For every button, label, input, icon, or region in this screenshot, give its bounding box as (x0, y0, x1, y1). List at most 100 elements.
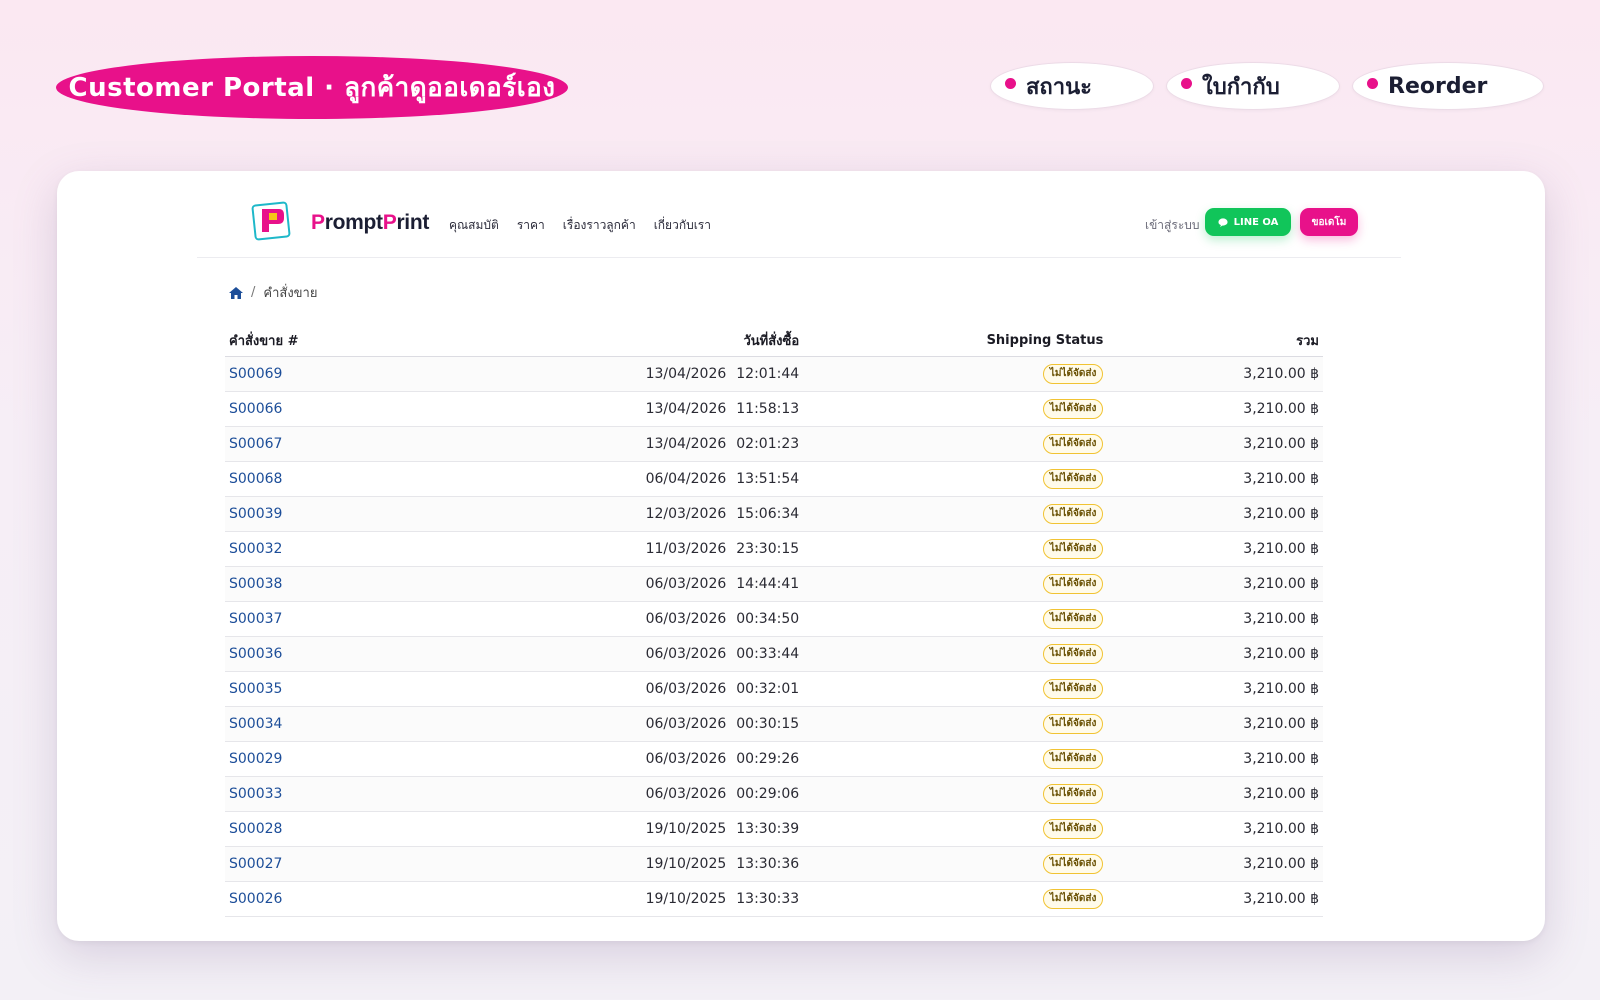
order-cell: S00066 (225, 391, 463, 427)
request-demo-label: ขอเดโม (1311, 216, 1347, 228)
feature-pill-label: ใบกำกับ (1202, 74, 1280, 100)
portal-window: PromptPrint คุณสมบัติ ราคา เรื่องราวลูกค… (57, 171, 1545, 941)
order-date-cell: 06/03/2026 00:34:50 (462, 601, 804, 637)
order-time: 11:58:13 (736, 401, 800, 417)
order-total: 3,210.00 ฿ (1107, 496, 1323, 532)
order-total: 3,210.00 ฿ (1107, 881, 1323, 917)
order-total: 3,210.00 ฿ (1107, 566, 1323, 602)
nav-item-customer-stories[interactable]: เรื่องราวลูกค้า (563, 216, 636, 235)
order-link[interactable]: S00032 (229, 541, 282, 557)
line-oa-button[interactable]: LINE OA (1205, 208, 1291, 236)
order-date-cell: 19/10/2025 13:30:33 (462, 881, 804, 917)
breadcrumb-current: คำสั่งขาย (263, 286, 318, 301)
order-date-cell: 11/03/2026 23:30:15 (462, 531, 804, 567)
order-link[interactable]: S00029 (229, 751, 282, 767)
order-link[interactable]: S00038 (229, 576, 282, 592)
order-link[interactable]: S00067 (229, 436, 282, 452)
order-date: 13/04/2026 (645, 366, 727, 382)
shipping-cell: ไม่ได้จัดส่ง (803, 881, 1108, 917)
headline-text: Customer Portal · ลูกค้าดูออเดอร์เอง (68, 73, 556, 103)
table-row[interactable]: S00034 06/03/2026 00:30:15 ไม่ได้จัดส่ง 3,21… (225, 706, 1323, 742)
table-row[interactable]: S00037 06/03/2026 00:34:50 ไม่ได้จัดส่ง 3,21… (225, 601, 1323, 637)
feature-pill-invoice: ใบกำกับ (1166, 62, 1340, 110)
order-link[interactable]: S00037 (229, 611, 282, 627)
order-time: 00:29:06 (736, 786, 800, 802)
order-date-cell: 06/03/2026 00:29:26 (462, 741, 804, 777)
shipping-status-badge: ไม่ได้จัดส่ง (1042, 889, 1104, 909)
shipping-status-badge: ไม่ได้จัดส่ง (1042, 434, 1104, 454)
order-link[interactable]: S00033 (229, 786, 282, 802)
order-link[interactable]: S00035 (229, 681, 282, 697)
orders-table-body: S00069 13/04/2026 12:01:44 ไม่ได้จัดส่ง 3,21… (225, 356, 1323, 917)
table-row[interactable]: S00038 06/03/2026 14:44:41 ไม่ได้จัดส่ง 3,21… (225, 566, 1323, 602)
shipping-status-badge: ไม่ได้จัดส่ง (1042, 714, 1104, 734)
column-header-date[interactable]: วันที่สั่งซื้อ (462, 325, 804, 357)
order-date-cell: 13/04/2026 11:58:13 (462, 391, 804, 427)
table-row[interactable]: S00026 19/10/2025 13:30:33 ไม่ได้จัดส่ง 3,21… (225, 881, 1323, 917)
order-cell: S00026 (225, 881, 463, 917)
order-time: 00:34:50 (736, 611, 800, 627)
order-link[interactable]: S00039 (229, 506, 282, 522)
order-total: 3,210.00 ฿ (1107, 426, 1323, 462)
nav-item-pricing[interactable]: ราคา (517, 216, 545, 235)
order-date-cell: 19/10/2025 13:30:36 (462, 846, 804, 882)
shipping-status-badge: ไม่ได้จัดส่ง (1042, 609, 1104, 629)
bullet-dot-icon (1005, 77, 1016, 89)
table-row[interactable]: S00036 06/03/2026 00:33:44 ไม่ได้จัดส่ง 3,21… (225, 636, 1323, 672)
table-header-row: คำสั่งขาย # วันที่สั่งซื้อ Shipping Stat… (225, 325, 1323, 357)
home-icon[interactable] (229, 286, 243, 299)
nav-item-features[interactable]: คุณสมบัติ (449, 216, 499, 235)
order-cell: S00067 (225, 426, 463, 462)
promptprint-logo-icon[interactable] (251, 201, 291, 241)
brand-name[interactable]: PromptPrint (311, 211, 429, 235)
order-link[interactable]: S00068 (229, 471, 282, 487)
column-header-order[interactable]: คำสั่งขาย # (225, 325, 463, 357)
order-link[interactable]: S00027 (229, 856, 282, 872)
table-row[interactable]: S00067 13/04/2026 02:01:23 ไม่ได้จัดส่ง 3,21… (225, 426, 1323, 462)
column-header-shipping[interactable]: Shipping Status (803, 325, 1108, 357)
login-link[interactable]: เข้าสู่ระบบ (1145, 216, 1200, 235)
bullet-dot-icon (1181, 77, 1192, 89)
order-time: 15:06:34 (736, 506, 800, 522)
order-cell: S00033 (225, 776, 463, 812)
request-demo-button[interactable]: ขอเดโม (1300, 208, 1358, 236)
order-date-cell: 13/04/2026 12:01:44 (462, 356, 804, 392)
order-date-cell: 06/04/2026 13:51:54 (462, 461, 804, 497)
breadcrumb: / คำสั่งขาย (229, 282, 317, 303)
order-cell: S00032 (225, 531, 463, 567)
table-row[interactable]: S00069 13/04/2026 12:01:44 ไม่ได้จัดส่ง 3,21… (225, 356, 1323, 392)
order-link[interactable]: S00066 (229, 401, 282, 417)
table-row[interactable]: S00027 19/10/2025 13:30:36 ไม่ได้จัดส่ง 3,21… (225, 846, 1323, 882)
table-row[interactable]: S00032 11/03/2026 23:30:15 ไม่ได้จัดส่ง 3,21… (225, 531, 1323, 567)
nav-item-about[interactable]: เกี่ยวกับเรา (654, 216, 711, 235)
brand-letter: P (311, 211, 325, 234)
breadcrumb-separator: / (251, 285, 256, 300)
table-row[interactable]: S00066 13/04/2026 11:58:13 ไม่ได้จัดส่ง 3,21… (225, 391, 1323, 427)
table-row[interactable]: S00039 12/03/2026 15:06:34 ไม่ได้จัดส่ง 3,21… (225, 496, 1323, 532)
order-link[interactable]: S00069 (229, 366, 282, 382)
order-date-cell: 06/03/2026 00:33:44 (462, 636, 804, 672)
order-link[interactable]: S00026 (229, 891, 282, 907)
order-time: 23:30:15 (736, 541, 800, 557)
table-row[interactable]: S00035 06/03/2026 00:32:01 ไม่ได้จัดส่ง 3,21… (225, 671, 1323, 707)
order-total: 3,210.00 ฿ (1107, 776, 1323, 812)
table-row[interactable]: S00033 06/03/2026 00:29:06 ไม่ได้จัดส่ง 3,21… (225, 776, 1323, 812)
order-link[interactable]: S00036 (229, 646, 282, 662)
order-date: 06/03/2026 (645, 611, 727, 627)
table-row[interactable]: S00029 06/03/2026 00:29:26 ไม่ได้จัดส่ง 3,21… (225, 741, 1323, 777)
order-link[interactable]: S00034 (229, 716, 282, 732)
shipping-cell: ไม่ได้จัดส่ง (803, 846, 1108, 882)
order-total: 3,210.00 ฿ (1107, 741, 1323, 777)
column-header-total[interactable]: รวม (1107, 325, 1323, 357)
shipping-cell: ไม่ได้จัดส่ง (803, 496, 1108, 532)
order-date-cell: 12/03/2026 15:06:34 (462, 496, 804, 532)
table-row[interactable]: S00028 19/10/2025 13:30:39 ไม่ได้จัดส่ง 3,21… (225, 811, 1323, 847)
order-date: 06/03/2026 (645, 646, 727, 662)
shipping-cell: ไม่ได้จัดส่ง (803, 741, 1108, 777)
order-date-cell: 06/03/2026 00:30:15 (462, 706, 804, 742)
table-row[interactable]: S00068 06/04/2026 13:51:54 ไม่ได้จัดส่ง 3,21… (225, 461, 1323, 497)
shipping-status-badge: ไม่ได้จัดส่ง (1042, 819, 1104, 839)
order-total: 3,210.00 ฿ (1107, 636, 1323, 672)
shipping-cell: ไม่ได้จัดส่ง (803, 356, 1108, 392)
order-link[interactable]: S00028 (229, 821, 282, 837)
